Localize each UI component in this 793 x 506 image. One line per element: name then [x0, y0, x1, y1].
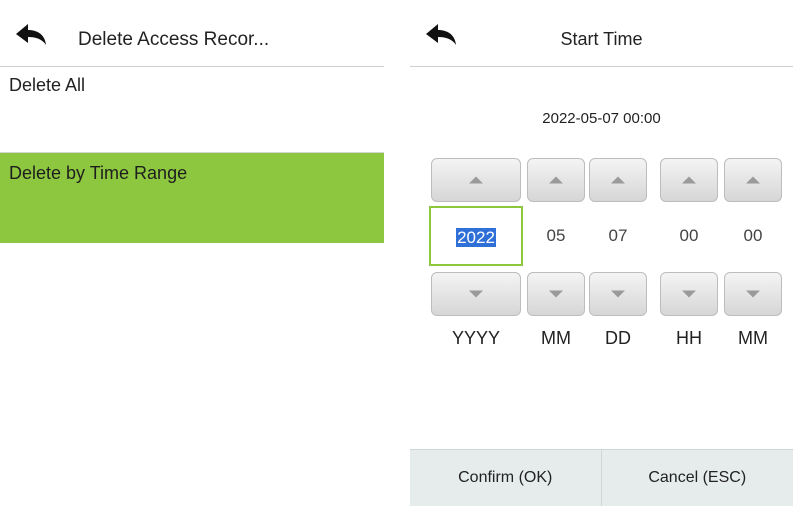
minute-up-button[interactable]	[724, 158, 782, 202]
header: Start Time	[410, 0, 793, 67]
minute-down-button[interactable]	[724, 272, 782, 316]
day-up-button[interactable]	[589, 158, 647, 202]
minute-value-field[interactable]: 00	[722, 206, 784, 266]
day-down-button[interactable]	[589, 272, 647, 316]
footer-bar: Confirm (OK) Cancel (ESC)	[410, 449, 793, 506]
triangle-up-icon	[611, 176, 625, 184]
day-label: DD	[605, 328, 631, 348]
month-value-field[interactable]: 05	[525, 206, 587, 266]
hour-down-button[interactable]	[660, 272, 718, 316]
start-time-screen: Start Time 2022-05-07 00:00 2022 YYYY 05…	[410, 0, 793, 506]
current-datetime-display: 2022-05-07 00:00	[542, 110, 661, 127]
day-value-field[interactable]: 07	[587, 206, 649, 266]
hour-label: HH	[676, 328, 702, 348]
menu-item-delete-by-time-range[interactable]: Delete by Time Range	[0, 153, 384, 243]
triangle-up-icon	[549, 176, 563, 184]
year-value-field[interactable]: 2022	[429, 206, 523, 266]
cancel-button[interactable]: Cancel (ESC)	[602, 450, 793, 506]
month-down-button[interactable]	[527, 272, 585, 316]
delete-records-screen: Delete Access Recor... Delete All Delete…	[0, 0, 384, 506]
triangle-down-icon	[746, 290, 760, 298]
month-label: MM	[541, 328, 571, 348]
confirm-button[interactable]: Confirm (OK)	[410, 450, 602, 506]
triangle-down-icon	[469, 290, 483, 298]
triangle-up-icon	[746, 176, 760, 184]
triangle-down-icon	[682, 290, 696, 298]
triangle-up-icon	[469, 176, 483, 184]
page-title: Delete Access Recor...	[78, 29, 270, 50]
month-up-button[interactable]	[527, 158, 585, 202]
triangle-down-icon	[549, 290, 563, 298]
year-up-button[interactable]	[431, 158, 521, 202]
header: Delete Access Recor...	[0, 0, 384, 67]
menu-item-delete-all[interactable]: Delete All	[0, 67, 384, 153]
hour-value-field[interactable]: 00	[658, 206, 720, 266]
year-down-button[interactable]	[431, 272, 521, 316]
minute-label: MM	[738, 328, 768, 348]
triangle-down-icon	[611, 290, 625, 298]
back-arrow-icon[interactable]	[14, 24, 48, 46]
page-title: Start Time	[560, 29, 643, 49]
hour-up-button[interactable]	[660, 158, 718, 202]
triangle-up-icon	[682, 176, 696, 184]
year-label: YYYY	[451, 328, 501, 348]
